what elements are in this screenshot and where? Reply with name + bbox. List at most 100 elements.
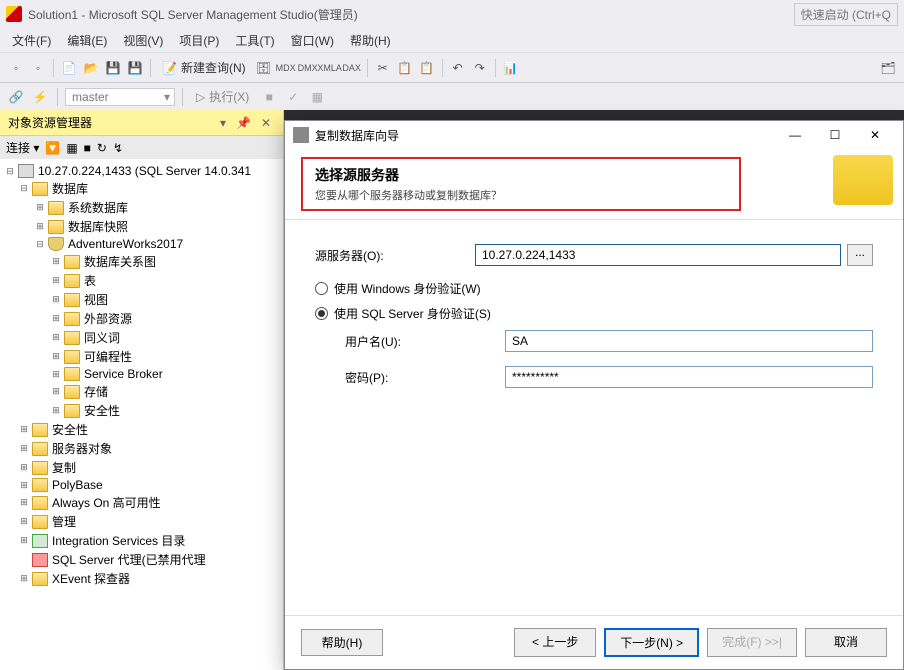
tables-node[interactable]: ⊞表 bbox=[0, 271, 283, 290]
integration-node[interactable]: ⊞Integration Services 目录 bbox=[0, 531, 283, 550]
cut-icon[interactable]: ✂ bbox=[373, 58, 393, 78]
object-explorer: 对象资源管理器 ▾ 📌 ✕ 连接 ▾ 🔽 ▦ ■ ↻ ↯ ⊟10.27.0.22… bbox=[0, 110, 284, 670]
server-objects-node[interactable]: ⊞服务器对象 bbox=[0, 439, 283, 458]
explorer-title: 对象资源管理器 bbox=[8, 114, 92, 131]
parse-icon[interactable]: ✓ bbox=[283, 87, 303, 107]
sync-icon[interactable]: ↯ bbox=[113, 141, 123, 155]
tree-icon[interactable]: ▦ bbox=[66, 141, 77, 155]
quick-launch[interactable]: 快速启动 (Ctrl+Q bbox=[794, 3, 898, 26]
nav-back-icon[interactable]: ◦ bbox=[6, 58, 26, 78]
wizard-footer: 帮助(H) < 上一步 下一步(N) > 完成(F) >>| 取消 bbox=[285, 615, 903, 669]
filter-icon[interactable]: 🔽 bbox=[45, 141, 60, 155]
object-tree: ⊟10.27.0.224,1433 (SQL Server 14.0.341 ⊟… bbox=[0, 159, 283, 670]
ext-res-node[interactable]: ⊞外部资源 bbox=[0, 309, 283, 328]
always-on-node[interactable]: ⊞Always On 高可用性 bbox=[0, 493, 283, 512]
views-node[interactable]: ⊞视图 bbox=[0, 290, 283, 309]
maximize-icon[interactable]: ☐ bbox=[815, 124, 855, 146]
storage-node[interactable]: ⊞存储 bbox=[0, 382, 283, 401]
mdx-icon[interactable]: MDX bbox=[276, 58, 296, 78]
new-query-button[interactable]: 📝 新建查询(N) bbox=[156, 57, 252, 78]
password-input[interactable] bbox=[505, 366, 873, 388]
close-panel-icon[interactable]: ✕ bbox=[257, 116, 275, 130]
windows-auth-radio[interactable] bbox=[315, 282, 328, 295]
finish-button[interactable]: 完成(F) >>| bbox=[707, 628, 797, 657]
open-icon[interactable]: 📂 bbox=[81, 58, 101, 78]
menubar: 文件(F) 编辑(E) 视图(V) 项目(P) 工具(T) 窗口(W) 帮助(H… bbox=[0, 28, 904, 52]
db-engine-icon[interactable]: 🗄 bbox=[254, 58, 274, 78]
dmx-icon[interactable]: DMX bbox=[298, 58, 318, 78]
management-node[interactable]: ⊞管理 bbox=[0, 512, 283, 531]
diagrams-node[interactable]: ⊞数据库关系图 bbox=[0, 252, 283, 271]
minimize-icon[interactable]: — bbox=[775, 124, 815, 146]
username-label: 用户名(U): bbox=[345, 333, 505, 350]
save-all-icon[interactable]: 💾 bbox=[125, 58, 145, 78]
wizard-title: 复制数据库向导 bbox=[315, 127, 399, 144]
redo-icon[interactable]: ↷ bbox=[470, 58, 490, 78]
properties-icon[interactable]: 📊 bbox=[501, 58, 521, 78]
connect-dropdown[interactable]: 连接 ▾ bbox=[6, 139, 39, 156]
undo-icon[interactable]: ↶ bbox=[448, 58, 468, 78]
xmla-icon[interactable]: XMLA bbox=[320, 58, 340, 78]
wizard-heading: 选择源服务器 bbox=[315, 165, 727, 185]
xevent-node[interactable]: ⊞XEvent 探查器 bbox=[0, 569, 283, 588]
toolbar-main: ◦ ◦ 📄 📂 💾 💾 📝 新建查询(N) 🗄 MDX DMX XMLA DAX… bbox=[0, 52, 904, 82]
help-button[interactable]: 帮助(H) bbox=[301, 629, 383, 656]
pin-icon[interactable]: 📌 bbox=[232, 116, 255, 130]
execute-button[interactable]: ▷ 执行(X) bbox=[190, 86, 255, 107]
connect-icon[interactable]: 🔗 bbox=[6, 87, 26, 107]
solution-icon[interactable]: 🗂 bbox=[878, 58, 898, 78]
polybase-node[interactable]: ⊞PolyBase bbox=[0, 477, 283, 493]
close-icon[interactable]: ✕ bbox=[855, 124, 895, 146]
copy-icon[interactable]: 📋 bbox=[395, 58, 415, 78]
toolbar-query: 🔗 ⚡ master ▷ 执行(X) ■ ✓ ▦ bbox=[0, 82, 904, 110]
wizard-banner-image bbox=[833, 155, 893, 205]
paste-icon[interactable]: 📋 bbox=[417, 58, 437, 78]
back-button[interactable]: < 上一步 bbox=[514, 628, 596, 657]
wizard-titlebar: 复制数据库向导 — ☐ ✕ bbox=[285, 121, 903, 149]
wizard-icon bbox=[293, 127, 309, 143]
plan-icon[interactable]: ▦ bbox=[307, 87, 327, 107]
nav-fwd-icon[interactable]: ◦ bbox=[28, 58, 48, 78]
database-combo[interactable]: master bbox=[65, 88, 175, 106]
copy-database-wizard: 复制数据库向导 — ☐ ✕ 选择源服务器 您要从哪个服务器移动或复制数据库？ 源… bbox=[284, 120, 904, 670]
replication-node[interactable]: ⊞复制 bbox=[0, 458, 283, 477]
save-icon[interactable]: 💾 bbox=[103, 58, 123, 78]
explorer-header: 对象资源管理器 ▾ 📌 ✕ bbox=[0, 110, 283, 136]
dax-icon[interactable]: DAX bbox=[342, 58, 362, 78]
sql-auth-label: 使用 SQL Server 身份验证(S) bbox=[334, 305, 491, 322]
wizard-body: 源服务器(O): ... 使用 Windows 身份验证(W) 使用 SQL S… bbox=[285, 220, 903, 615]
menu-view[interactable]: 视图(V) bbox=[115, 29, 171, 52]
system-db-node[interactable]: ⊞系统数据库 bbox=[0, 198, 283, 217]
menu-edit[interactable]: 编辑(E) bbox=[59, 29, 115, 52]
dropdown-icon[interactable]: ▾ bbox=[216, 116, 230, 130]
menu-tools[interactable]: 工具(T) bbox=[227, 29, 282, 52]
stop-icon[interactable]: ■ bbox=[259, 87, 279, 107]
security-node[interactable]: ⊞安全性 bbox=[0, 420, 283, 439]
username-input[interactable] bbox=[505, 330, 873, 352]
password-label: 密码(P): bbox=[345, 369, 505, 386]
source-server-input[interactable] bbox=[475, 244, 841, 266]
db-snapshot-node[interactable]: ⊞数据库快照 bbox=[0, 217, 283, 236]
disconnect-icon[interactable]: ⚡ bbox=[30, 87, 50, 107]
menu-help[interactable]: 帮助(H) bbox=[342, 29, 399, 52]
programmability-node[interactable]: ⊞可编程性 bbox=[0, 347, 283, 366]
new-project-icon[interactable]: 📄 bbox=[59, 58, 79, 78]
wizard-subheading: 您要从哪个服务器移动或复制数据库？ bbox=[315, 187, 727, 203]
menu-file[interactable]: 文件(F) bbox=[4, 29, 59, 52]
next-button[interactable]: 下一步(N) > bbox=[604, 628, 699, 657]
security-db-node[interactable]: ⊞安全性 bbox=[0, 401, 283, 420]
menu-project[interactable]: 项目(P) bbox=[171, 29, 227, 52]
adventureworks-node[interactable]: ⊟AdventureWorks2017 bbox=[0, 236, 283, 252]
windows-auth-label: 使用 Windows 身份验证(W) bbox=[334, 280, 481, 297]
synonyms-node[interactable]: ⊞同义词 bbox=[0, 328, 283, 347]
cancel-button[interactable]: 取消 bbox=[805, 628, 887, 657]
databases-node[interactable]: ⊟数据库 bbox=[0, 179, 283, 198]
sql-auth-radio[interactable] bbox=[315, 307, 328, 320]
server-node[interactable]: ⊟10.27.0.224,1433 (SQL Server 14.0.341 bbox=[0, 163, 283, 179]
browse-button[interactable]: ... bbox=[847, 244, 873, 266]
menu-window[interactable]: 窗口(W) bbox=[283, 29, 342, 52]
service-broker-node[interactable]: ⊞Service Broker bbox=[0, 366, 283, 382]
stop-filter-icon[interactable]: ■ bbox=[84, 141, 91, 155]
refresh-icon[interactable]: ↻ bbox=[97, 141, 107, 155]
sql-agent-node[interactable]: SQL Server 代理(已禁用代理 bbox=[0, 550, 283, 569]
